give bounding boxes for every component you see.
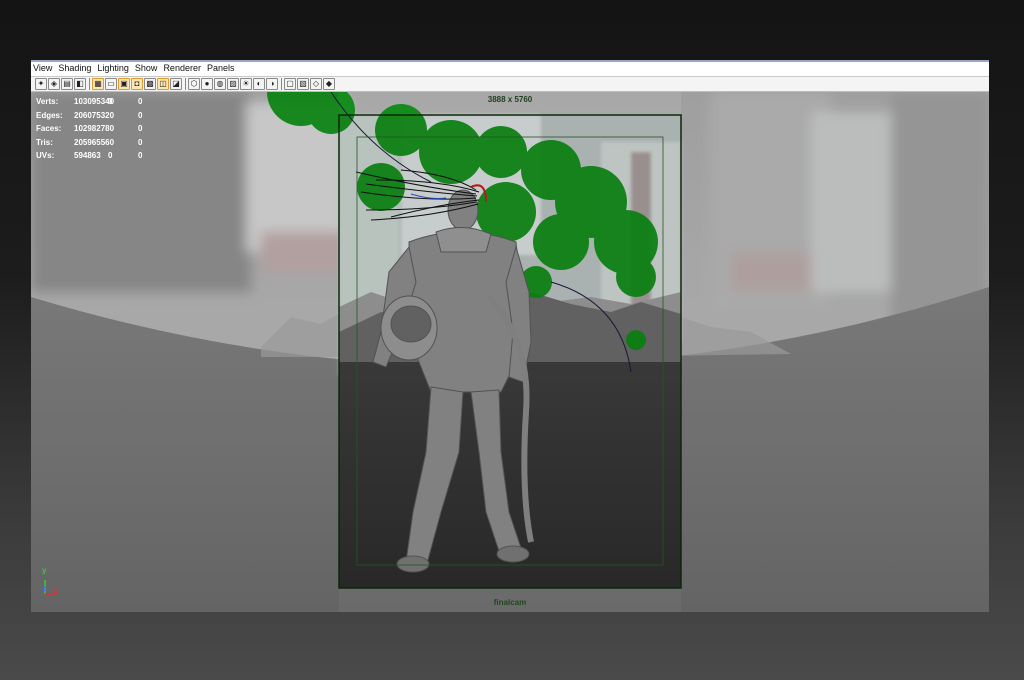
menu-view[interactable]: View <box>33 63 56 73</box>
hud-label: Faces: <box>36 124 62 134</box>
xray-joints-icon: ◇ <box>312 79 320 88</box>
xray-joints-button[interactable]: ◇ <box>310 78 322 90</box>
hud-v1: 102982780 <box>74 124 115 134</box>
hud-label: Edges: <box>36 110 63 120</box>
film-gate-icon: ▭ <box>107 79 115 88</box>
wireframe-icon: ⬡ <box>190 79 198 88</box>
smooth-shade-button[interactable]: ● <box>201 78 213 90</box>
image-plane-icon: ◧ <box>76 79 84 88</box>
safe-action-icon: ◫ <box>159 79 167 88</box>
hud-label: UVs: <box>36 151 55 161</box>
xray-components-button[interactable]: ◆ <box>323 78 335 90</box>
menu-bar-accent <box>31 60 989 62</box>
menu-panels[interactable]: Panels <box>207 63 239 73</box>
camera-select-icon: ✦ <box>37 79 45 88</box>
hud-label: Tris: <box>36 137 53 147</box>
film-gate-button[interactable]: ▭ <box>105 78 117 90</box>
menu-shading[interactable]: Shading <box>58 63 95 73</box>
axis-x-label: x <box>53 586 58 595</box>
gate-mask-icon: ◘ <box>134 79 140 88</box>
hud-v1: 205965560 <box>74 137 115 147</box>
bookmark-icon: ▤ <box>63 79 71 88</box>
isolate-select-icon: ▢ <box>286 79 294 88</box>
xray-components-icon: ◆ <box>325 79 333 88</box>
axis-z-label: z <box>42 584 46 593</box>
gate-mask-shade <box>339 115 681 588</box>
safe-title-button[interactable]: ◪ <box>170 78 182 90</box>
default-material-icon: ◍ <box>216 79 224 88</box>
gate-mask-button[interactable]: ◘ <box>131 78 143 90</box>
image-plane-button[interactable]: ◧ <box>74 78 86 90</box>
toolbar-separator <box>185 78 186 90</box>
hud-row: UVs: 594863 0 0 <box>36 149 158 163</box>
bookmark-button[interactable]: ▤ <box>61 78 73 90</box>
menu-renderer[interactable]: Renderer <box>163 63 205 73</box>
xray-icon: ▧ <box>299 79 307 88</box>
hud-row: Faces: 102982780 0 <box>36 122 158 136</box>
hud-v2: 0 <box>108 151 113 161</box>
resolution-gate-button[interactable]: ▣ <box>118 78 130 90</box>
resolution-label: 3888 x 5760 <box>487 95 533 104</box>
safe-action-button[interactable]: ◫ <box>157 78 169 90</box>
poly-count-hud: Verts: 103095340 0 0 Edges: 206075320 0 Faces: 1… <box>36 95 158 163</box>
field-chart-icon: ▩ <box>146 79 154 88</box>
hud-row: Tris: 205965560 0 <box>36 136 158 150</box>
wireframe-button[interactable]: ⬡ <box>188 78 200 90</box>
ambient-occlusion-button[interactable]: ◑ <box>266 78 278 90</box>
resolution-gate-icon: ▣ <box>120 79 128 88</box>
maya-viewport-panel: View Shading Lighting Show Renderer Pane… <box>31 60 989 612</box>
smooth-shade-icon: ● <box>204 79 210 88</box>
safe-title-icon: ◪ <box>172 79 180 88</box>
toolbar-separator <box>281 78 282 90</box>
textured-icon: ▨ <box>229 79 237 88</box>
hud-v3: 0 <box>138 151 143 161</box>
grid-icon: ▦ <box>94 79 102 88</box>
camera-select-button[interactable]: ✦ <box>35 78 47 90</box>
toolbar-separator <box>89 78 90 90</box>
gate-mask-left <box>31 92 339 612</box>
shadows-icon: ◐ <box>256 79 262 88</box>
camera-lock-button[interactable]: ◈ <box>48 78 60 90</box>
lights-icon: ☀ <box>242 79 250 88</box>
lights-button[interactable]: ☀ <box>240 78 252 90</box>
hud-v3: 0 <box>138 124 143 134</box>
xray-button[interactable]: ▧ <box>297 78 309 90</box>
3d-viewport[interactable]: Verts: 103095340 0 0 Edges: 206075320 0 Faces: 1… <box>31 92 989 612</box>
default-material-button[interactable]: ◍ <box>214 78 226 90</box>
axis-y-label: y <box>42 566 47 575</box>
gate-mask-right <box>681 92 989 612</box>
hud-v1: 594863 <box>74 151 101 161</box>
ambient-occlusion-icon: ◑ <box>269 79 275 88</box>
isolate-select-button[interactable]: ▢ <box>284 78 296 90</box>
viewport-scene <box>31 92 989 612</box>
hud-v3: 0 <box>138 110 143 120</box>
shadows-button[interactable]: ◐ <box>253 78 265 90</box>
camera-lock-icon: ◈ <box>50 79 58 88</box>
camera-name-label: finalcam <box>493 598 527 607</box>
textured-button[interactable]: ▨ <box>227 78 239 90</box>
hud-row: Edges: 206075320 0 <box>36 109 158 123</box>
grid-button[interactable]: ▦ <box>92 78 104 90</box>
menu-lighting[interactable]: Lighting <box>97 63 133 73</box>
hud-v1: 206075320 <box>74 110 115 120</box>
hud-v3: 0 <box>138 137 143 147</box>
field-chart-button[interactable]: ▩ <box>144 78 156 90</box>
menu-show[interactable]: Show <box>135 63 162 73</box>
view-axis-indicator: y z x <box>39 566 65 600</box>
panel-menu-bar: View Shading Lighting Show Renderer Pane… <box>31 60 989 77</box>
panel-toolbar: ✦ ◈ ▤ ◧ ▦ ▭ ▣ ◘ ▩ ◫ ◪ ⬡ ● ◍ ▨ ☀ ◐ ◑ ▢ ▧ ◇ ◆ <box>31 77 989 92</box>
